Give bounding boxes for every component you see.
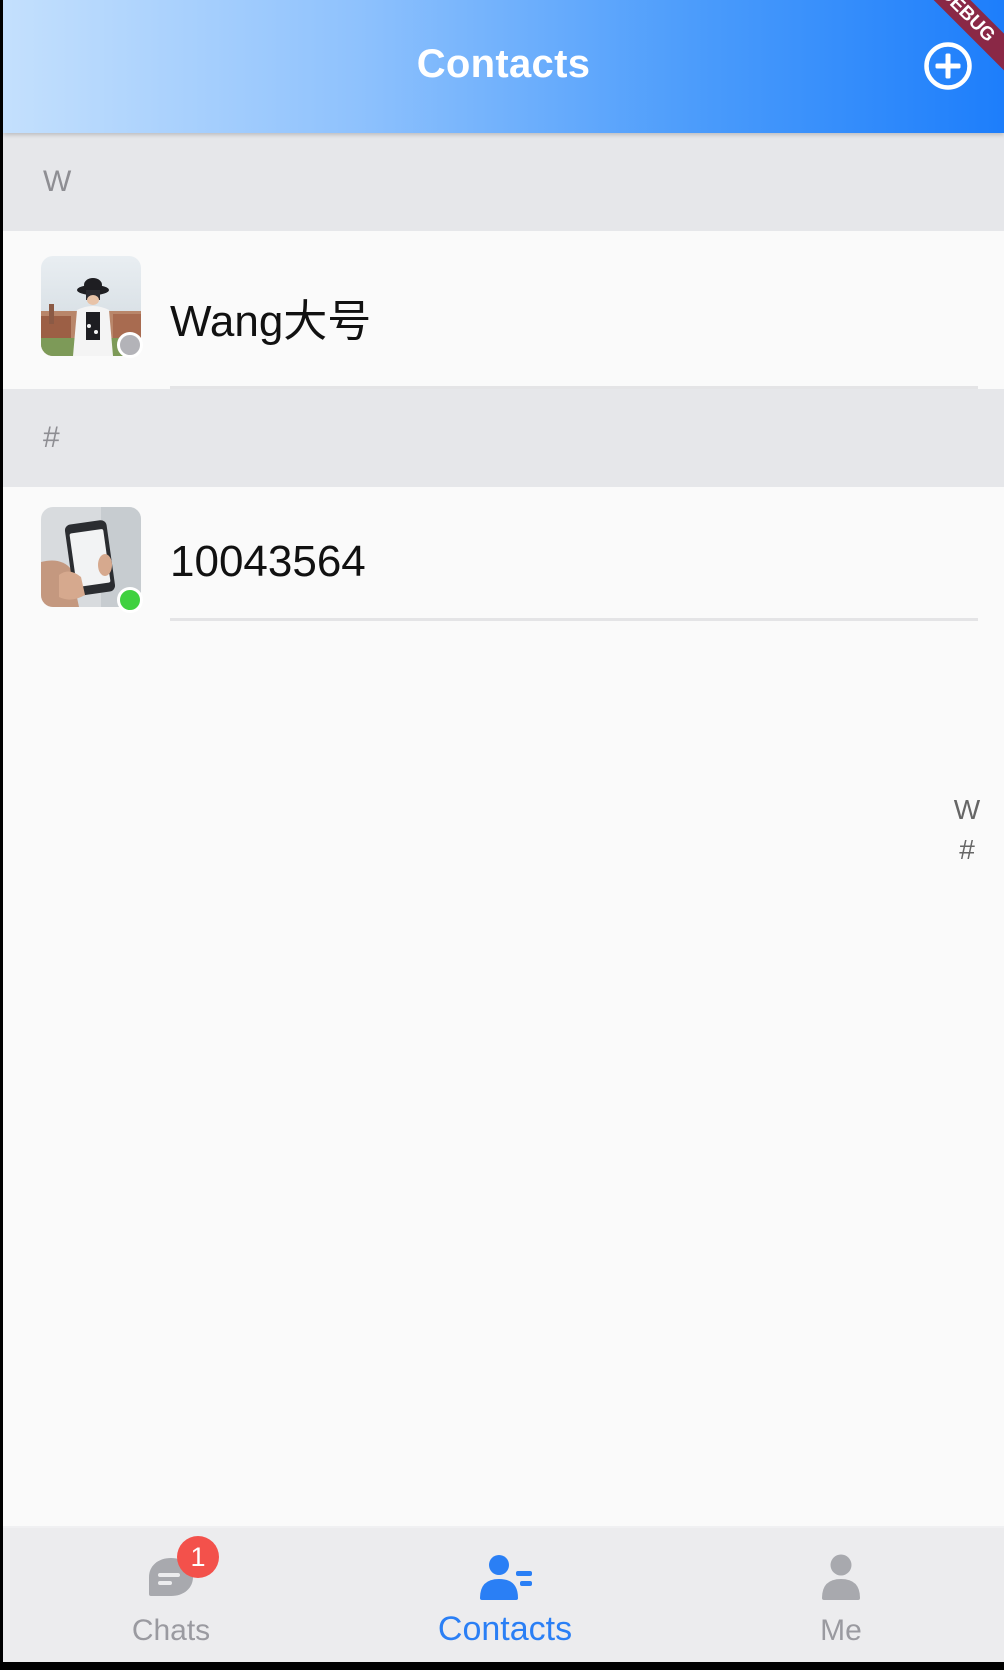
section-header-w: W: [3, 133, 1004, 231]
contact-name: Wang大号: [170, 297, 372, 346]
contact-row-10043564[interactable]: 10043564: [3, 487, 1004, 645]
index-letter-hash[interactable]: #: [950, 830, 984, 870]
index-letter-w[interactable]: W: [950, 790, 984, 830]
app-bar: Contacts DEBUG: [3, 0, 1004, 133]
contacts-icon: [480, 1555, 532, 1600]
unread-badge: 1: [177, 1536, 219, 1578]
add-circle-icon: [924, 42, 972, 90]
bottom-navigation: 1 Chats Contacts Me: [3, 1526, 1004, 1662]
nav-item-chats[interactable]: 1 Chats: [71, 1528, 271, 1662]
section-letter: W: [43, 165, 72, 198]
nav-label-chats: Chats: [131, 1614, 211, 1647]
contact-name: 10043564: [170, 537, 366, 586]
contact-row-wang[interactable]: Wang大号: [3, 231, 1004, 389]
nav-item-me[interactable]: Me: [741, 1528, 941, 1662]
person-icon: [822, 1554, 860, 1600]
add-contact-button[interactable]: [923, 41, 973, 91]
nav-label-contacts: Contacts: [437, 1610, 573, 1648]
offline-status-dot: [117, 332, 143, 358]
nav-item-contacts[interactable]: Contacts: [405, 1528, 605, 1662]
section-letter: #: [43, 421, 60, 454]
online-status-dot: [117, 587, 143, 613]
page-title: Contacts: [416, 42, 591, 86]
row-divider: [170, 618, 978, 621]
contacts-screen: Contacts DEBUG W Wang大号 # 10043564 W # 1…: [3, 0, 1004, 1662]
alphabet-index-bar[interactable]: W #: [950, 790, 984, 870]
nav-label-me: Me: [820, 1614, 862, 1647]
section-header-hash: #: [3, 389, 1004, 487]
